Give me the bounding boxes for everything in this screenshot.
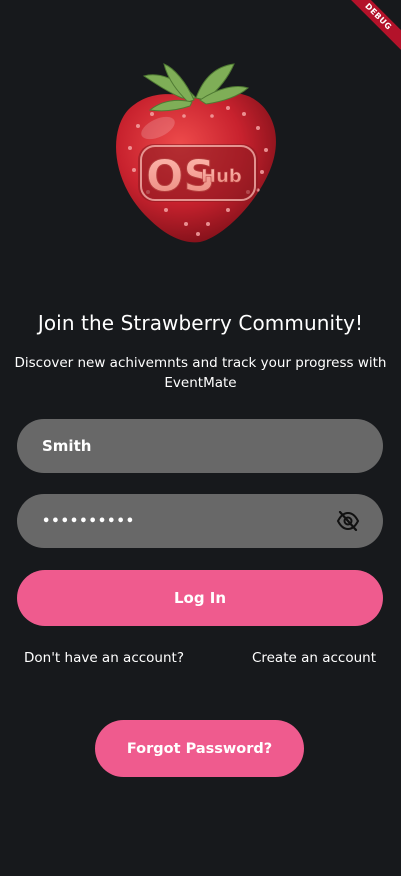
login-button[interactable]: Log In <box>17 570 383 626</box>
debug-banner: DEBUG <box>341 0 401 60</box>
forgot-password-button[interactable]: Forgot Password? <box>95 720 304 777</box>
debug-ribbon-label: DEBUG <box>341 0 401 54</box>
create-account-link[interactable]: Create an account <box>252 650 376 666</box>
logo-text-hub: Hub <box>201 166 242 187</box>
eye-off-icon[interactable] <box>335 510 361 532</box>
no-account-text: Don't have an account? <box>24 650 184 666</box>
strawberry-logo: OS Hub <box>108 58 284 246</box>
password-input[interactable] <box>42 513 335 529</box>
strawberry-logo-graphic: OS Hub <box>116 63 276 243</box>
username-field[interactable] <box>17 419 383 473</box>
username-input[interactable] <box>42 437 361 455</box>
password-field[interactable] <box>17 494 383 548</box>
page-subtitle: Discover new achivemnts and track your p… <box>14 355 387 391</box>
page-title: Join the Strawberry Community! <box>37 311 364 335</box>
